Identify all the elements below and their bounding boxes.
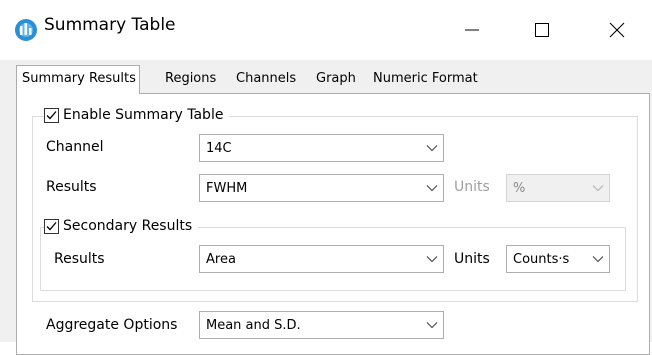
secondary-units-value: Counts·s <box>513 251 570 267</box>
aggregate-options-label: Aggregate Options <box>46 317 178 333</box>
enable-summary-table-label: Enable Summary Table <box>63 107 224 123</box>
tab-numeric-format[interactable]: Numeric Format <box>373 66 478 92</box>
enable-summary-table-checkbox-row[interactable]: Enable Summary Table <box>44 105 230 125</box>
enable-summary-table-checkbox[interactable] <box>44 107 59 123</box>
secondary-results-value: Area <box>206 251 236 267</box>
results-value: FWHM <box>206 180 248 196</box>
maximize-icon <box>534 22 550 38</box>
secondary-results-select[interactable]: Area <box>199 245 444 273</box>
tab-regions[interactable]: Regions <box>165 66 216 92</box>
secondary-units-label: Units <box>454 251 490 267</box>
channel-label: Channel <box>46 139 104 155</box>
aggregate-options-select[interactable]: Mean and S.D. <box>199 311 444 339</box>
secondary-results-checkbox[interactable] <box>44 218 59 234</box>
minimize-button[interactable] <box>449 0 495 60</box>
chevron-down-icon <box>587 175 609 201</box>
minimize-icon <box>464 22 480 38</box>
window-title: Summary Table <box>44 15 176 35</box>
units-value: % <box>513 180 526 196</box>
secondary-results-label: Secondary Results <box>63 218 193 234</box>
chevron-down-icon <box>421 246 443 272</box>
units-label-disabled: Units <box>454 179 490 195</box>
aggregate-options-value: Mean and S.D. <box>206 317 301 333</box>
results-select[interactable]: FWHM <box>199 174 444 202</box>
secondary-units-select[interactable]: Counts·s <box>506 245 610 273</box>
app-icon <box>14 18 38 42</box>
chevron-down-icon <box>421 312 443 338</box>
channel-value: 14C <box>206 140 232 156</box>
tab-summary-results[interactable]: Summary Results <box>16 65 140 94</box>
tab-graph[interactable]: Graph <box>316 66 356 92</box>
chevron-down-icon <box>421 135 443 161</box>
units-select-disabled: % <box>506 174 610 202</box>
close-icon <box>609 22 625 38</box>
close-button[interactable] <box>594 0 640 60</box>
channel-select[interactable]: 14C <box>199 134 444 162</box>
results-label: Results <box>46 179 97 195</box>
tab-channels[interactable]: Channels <box>236 66 296 92</box>
secondary-results-results-label: Results <box>54 251 105 267</box>
title-bar: Summary Table <box>0 0 652 60</box>
secondary-results-checkbox-row[interactable]: Secondary Results <box>44 216 199 236</box>
chevron-down-icon <box>587 246 609 272</box>
maximize-button[interactable] <box>519 0 565 60</box>
chevron-down-icon <box>421 175 443 201</box>
